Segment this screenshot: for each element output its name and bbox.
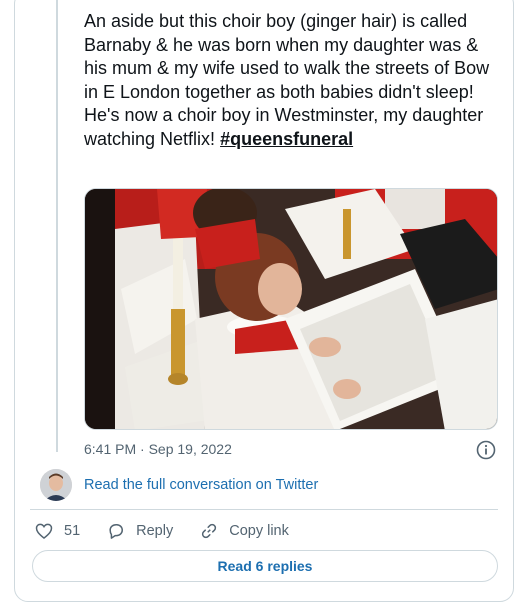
link-icon	[202, 523, 217, 539]
info-icon[interactable]	[476, 440, 496, 460]
read-full-conversation-link[interactable]: Read the full conversation on Twitter	[84, 477, 318, 493]
thread-line	[56, 0, 58, 452]
avatar[interactable]	[40, 469, 72, 501]
tweet-text: An aside but this choir boy (ginger hair…	[84, 10, 504, 151]
choir-photo	[85, 189, 497, 429]
reply-bubble-icon	[109, 524, 124, 539]
action-bar: 51 Reply Copy link	[34, 520, 315, 542]
heart-icon	[35, 523, 53, 540]
reply-button[interactable]: Reply	[106, 521, 173, 541]
hashtag-link[interactable]: #queensfuneral	[220, 129, 353, 149]
read-replies-button[interactable]: Read 6 replies	[32, 550, 498, 582]
copy-link-label: Copy link	[229, 523, 289, 539]
copy-link-button[interactable]: Copy link	[199, 521, 289, 541]
like-count: 51	[64, 523, 81, 539]
like-button[interactable]: 51	[34, 521, 80, 541]
tweet-timestamp[interactable]: 6:41 PM · Sep 19, 2022	[84, 441, 232, 457]
tweet-photo[interactable]	[84, 188, 498, 430]
read-replies-label: Read 6 replies	[217, 558, 313, 574]
reply-label: Reply	[136, 523, 174, 539]
divider	[30, 509, 498, 510]
avatar-image	[40, 469, 72, 501]
